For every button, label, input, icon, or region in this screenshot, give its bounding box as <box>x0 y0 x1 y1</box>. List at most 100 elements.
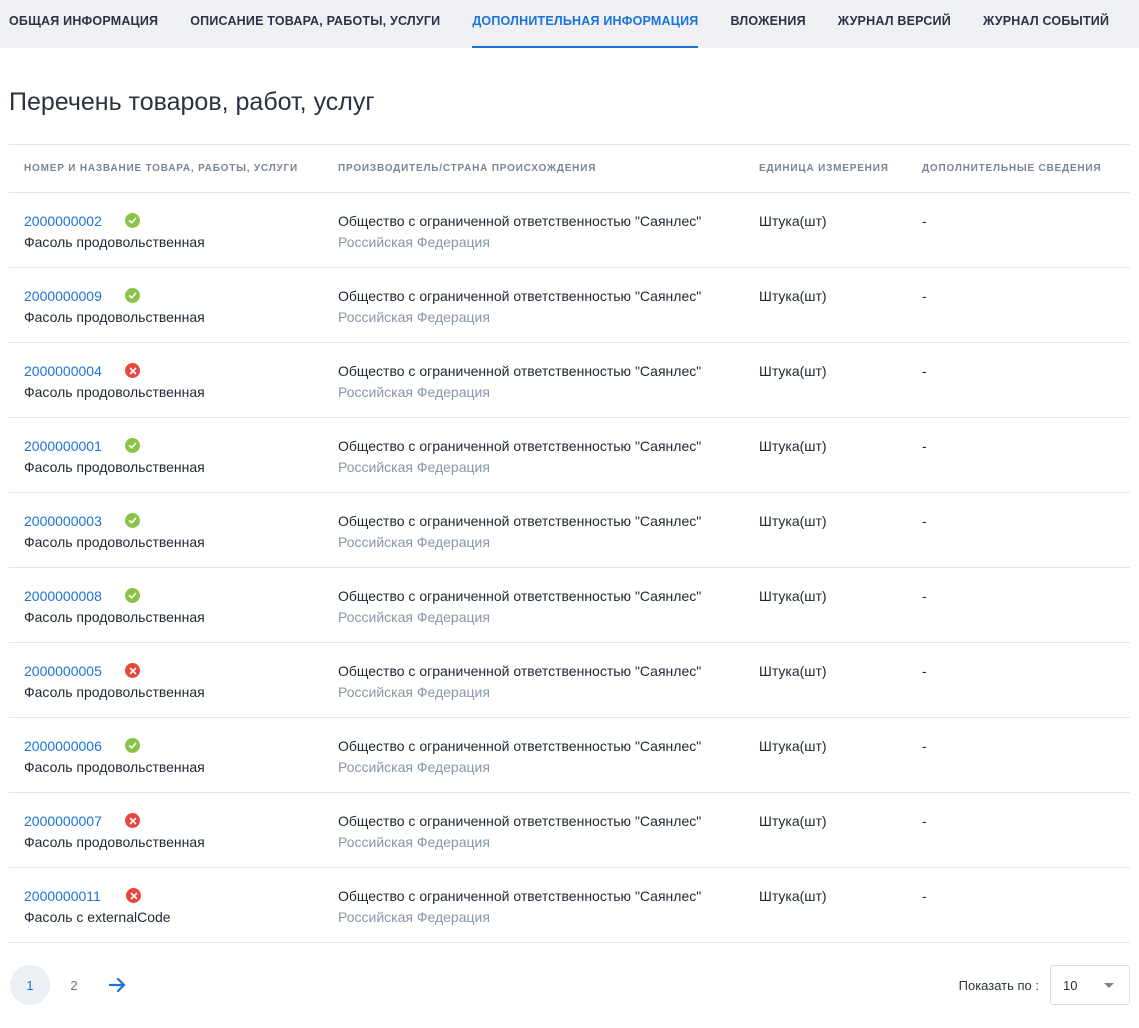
per-page-value: 10 <box>1063 977 1078 993</box>
manufacturer-name: Общество с ограниченной ответственностью… <box>338 888 702 904</box>
extra-info: - <box>922 588 927 604</box>
table-row: 2000000001 Фасоль продовольственная Общест… <box>9 418 1130 493</box>
unit-value: Штука(шт) <box>759 663 827 679</box>
country-name: Российская Федерация <box>338 534 490 550</box>
country-name: Российская Федерация <box>338 909 490 925</box>
manufacturer-name: Общество с ограниченной ответственностью… <box>338 438 702 454</box>
product-code-link[interactable]: 2000000003 <box>24 511 102 531</box>
status-ok-icon <box>125 513 140 528</box>
product-name: Фасоль продовольственная <box>24 759 205 775</box>
product-code-link[interactable]: 2000000008 <box>24 586 102 606</box>
status-error-icon <box>125 813 140 828</box>
table-row: 2000000002 Фасоль продовольственная Общест… <box>9 193 1130 268</box>
extra-info: - <box>922 438 927 454</box>
extra-info: - <box>922 288 927 304</box>
country-name: Российская Федерация <box>338 384 490 400</box>
tab-attachments[interactable]: ВЛОЖЕНИЯ <box>730 0 805 48</box>
unit-value: Штука(шт) <box>759 813 827 829</box>
manufacturer-name: Общество с ограниченной ответственностью… <box>338 663 702 679</box>
unit-value: Штука(шт) <box>759 888 827 904</box>
country-name: Российская Федерация <box>338 609 490 625</box>
country-name: Российская Федерация <box>338 684 490 700</box>
table-header: НОМЕР И НАЗВАНИЕ ТОВАРА, РАБОТЫ, УСЛУГИ … <box>9 145 1130 193</box>
per-page-control: Показать по : 10 <box>959 965 1130 1005</box>
product-name: Фасоль продовольственная <box>24 534 205 550</box>
tab-product-description[interactable]: ОПИСАНИЕ ТОВАРА, РАБОТЫ, УСЛУГИ <box>190 0 440 48</box>
manufacturer-name: Общество с ограниченной ответственностью… <box>338 288 702 304</box>
table-row: 2000000008 Фасоль продовольственная Общест… <box>9 568 1130 643</box>
arrow-right-icon <box>109 977 126 993</box>
tab-additional-info[interactable]: ДОПОЛНИТЕЛЬНАЯ ИНФОРМАЦИЯ <box>472 0 699 48</box>
table-row: 2000000009 Фасоль продовольственная Общест… <box>9 268 1130 343</box>
country-name: Российская Федерация <box>338 234 490 250</box>
header-unit: ЕДИНИЦА ИЗМЕРЕНИЯ <box>759 163 889 174</box>
status-error-icon <box>125 663 140 678</box>
extra-info: - <box>922 813 927 829</box>
page-button-2[interactable]: 2 <box>54 965 94 1005</box>
status-error-icon <box>125 363 140 378</box>
page-title: Перечень товаров, работ, услуг <box>9 88 375 116</box>
manufacturer-name: Общество с ограниченной ответственностью… <box>338 513 702 529</box>
product-name: Фасоль продовольственная <box>24 834 205 850</box>
unit-value: Штука(шт) <box>759 588 827 604</box>
header-extra: ДОПОЛНИТЕЛЬНЫЕ СВЕДЕНИЯ <box>922 163 1102 174</box>
extra-info: - <box>922 888 927 904</box>
tab-event-log[interactable]: ЖУРНАЛ СОБЫТИЙ <box>983 0 1109 48</box>
manufacturer-name: Общество с ограниченной ответственностью… <box>338 588 702 604</box>
manufacturer-name: Общество с ограниченной ответственностью… <box>338 213 702 229</box>
unit-value: Штука(шт) <box>759 288 827 304</box>
tab-version-log[interactable]: ЖУРНАЛ ВЕРСИЙ <box>838 0 951 48</box>
status-ok-icon <box>125 588 140 603</box>
page-button-1[interactable]: 1 <box>10 965 50 1005</box>
unit-value: Штука(шт) <box>759 738 827 754</box>
extra-info: - <box>922 363 927 379</box>
unit-value: Штука(шт) <box>759 513 827 529</box>
product-code-link[interactable]: 2000000009 <box>24 286 102 306</box>
table-row: 2000000004 Фасоль продовольственная Общест… <box>9 343 1130 418</box>
product-name: Фасоль продовольственная <box>24 684 205 700</box>
chevron-down-icon <box>1104 983 1114 988</box>
unit-value: Штука(шт) <box>759 438 827 454</box>
product-code-link[interactable]: 2000000001 <box>24 436 102 456</box>
manufacturer-name: Общество с ограниченной ответственностью… <box>338 738 702 754</box>
table-row: 2000000007 Фасоль продовольственная Общест… <box>9 793 1130 868</box>
status-ok-icon <box>125 738 140 753</box>
product-name: Фасоль с externalCode <box>24 909 171 925</box>
product-code-link[interactable]: 2000000002 <box>24 211 102 231</box>
product-code-link[interactable]: 2000000007 <box>24 811 102 831</box>
status-ok-icon <box>125 438 140 453</box>
pagination: 1 2 <box>10 965 138 1005</box>
product-name: Фасоль продовольственная <box>24 234 205 250</box>
extra-info: - <box>922 513 927 529</box>
per-page-select[interactable]: 10 <box>1050 965 1130 1005</box>
per-page-label: Показать по : <box>958 977 1039 993</box>
tab-bar: ОБЩАЯ ИНФОРМАЦИЯ ОПИСАНИЕ ТОВАРА, РАБОТЫ… <box>0 0 1139 48</box>
status-ok-icon <box>125 213 140 228</box>
product-code-link[interactable]: 2000000005 <box>24 661 102 681</box>
manufacturer-name: Общество с ограниченной ответственностью… <box>338 813 702 829</box>
status-error-icon <box>126 888 141 903</box>
unit-value: Штука(шт) <box>759 363 827 379</box>
product-code-link[interactable]: 2000000011 <box>24 886 101 906</box>
product-code-link[interactable]: 2000000006 <box>24 736 102 756</box>
product-name: Фасоль продовольственная <box>24 384 205 400</box>
country-name: Российская Федерация <box>338 309 490 325</box>
country-name: Российская Федерация <box>338 834 490 850</box>
product-code-link[interactable]: 2000000004 <box>24 361 102 381</box>
table-row: 2000000011 Фасоль с externalCode Общество … <box>9 868 1130 943</box>
manufacturer-name: Общество с ограниченной ответственностью… <box>338 363 702 379</box>
table-row: 2000000006 Фасоль продовольственная Общест… <box>9 718 1130 793</box>
extra-info: - <box>922 213 927 229</box>
table-row: 2000000005 Фасоль продовольственная Общест… <box>9 643 1130 718</box>
table-row: 2000000003 Фасоль продовольственная Общест… <box>9 493 1130 568</box>
tab-general-info[interactable]: ОБЩАЯ ИНФОРМАЦИЯ <box>9 0 158 48</box>
next-page-button[interactable] <box>98 965 138 1005</box>
extra-info: - <box>922 738 927 754</box>
extra-info: - <box>922 663 927 679</box>
status-ok-icon <box>125 288 140 303</box>
unit-value: Штука(шт) <box>759 213 827 229</box>
product-name: Фасоль продовольственная <box>24 309 205 325</box>
country-name: Российская Федерация <box>338 759 490 775</box>
header-manufacturer: ПРОИЗВОДИТЕЛЬ/СТРАНА ПРОИСХОЖДЕНИЯ <box>338 163 597 174</box>
products-table: НОМЕР И НАЗВАНИЕ ТОВАРА, РАБОТЫ, УСЛУГИ … <box>9 144 1130 943</box>
